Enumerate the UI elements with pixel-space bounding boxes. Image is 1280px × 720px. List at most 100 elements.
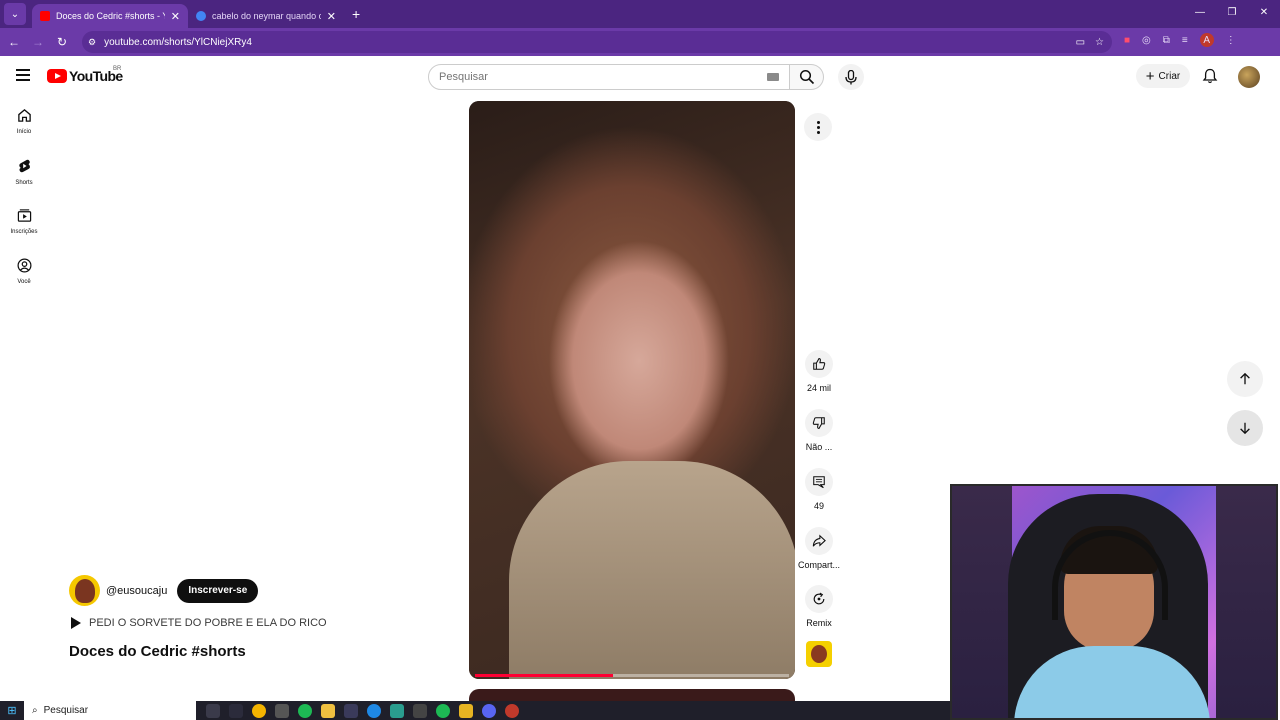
window-controls: — ❐ ✕ [1184,0,1280,28]
browser-tab-bar: ⌄ Doces do Cedric #shorts - YouTube ✕ ca… [0,0,1280,28]
more-options-button[interactable] [804,113,832,141]
site-info-icon[interactable]: ⚙ [88,37,96,48]
sidebar-item-label: Inscrições [10,229,38,235]
cast-icon[interactable]: ▭ [1076,37,1085,48]
share-icon [812,534,826,547]
thumbs-down-icon [812,417,825,429]
url-bar[interactable]: ⚙ youtube.com/shorts/YlCNiejXRy4 ▭ ☆ [82,31,1112,53]
play-icon [71,617,81,629]
video-progress-bar[interactable] [475,674,789,677]
forward-arrow-icon[interactable]: → [26,35,50,49]
tab-youtube-shorts[interactable]: Doces do Cedric #shorts - YouTube ✕ [32,4,188,28]
sidebar-item-label: Você [17,279,31,285]
background-shelf [952,486,1012,718]
channel-avatar[interactable] [69,575,100,606]
profile-avatar-icon[interactable]: A [1199,33,1214,47]
sidebar-item-inscricoes[interactable]: Inscrições [0,200,48,250]
subscribe-button[interactable]: Inscrever-se [177,578,259,603]
folder-icon[interactable] [321,703,335,718]
taskbar-apps [206,703,519,718]
remix-button[interactable]: Remix [798,585,840,628]
tab-title: cabelo do neymar quando chegou [212,11,321,21]
media-control-icon[interactable]: ≡ [1182,35,1188,46]
dislike-button[interactable]: Não ... [798,409,840,452]
restore-icon[interactable]: ❐ [1216,0,1248,28]
webcam-overlay [950,484,1278,720]
channel-handle[interactable]: @eusoucaju [106,585,167,597]
dislike-label: Não ... [805,442,833,452]
subscriptions-icon [17,209,31,222]
tab-google-search[interactable]: cabelo do neymar quando chegou ✕ [188,4,344,28]
sidebar-item-label: Shorts [15,180,33,186]
sidebar-item-inicio[interactable]: Início [0,100,48,150]
sidebar-item-voce[interactable]: Você [0,250,48,300]
search-icon: ⌕ [32,705,38,716]
browser-menu-icon[interactable]: ⋮ [1226,35,1236,46]
channel-thumbnail[interactable] [806,641,832,667]
channel-info: @eusoucaju Inscrever-se [69,575,259,606]
app-icon[interactable] [229,703,243,718]
spotify-icon[interactable] [436,703,450,718]
search-input[interactable] [439,71,739,83]
discord-icon[interactable] [482,703,496,718]
tab-title: Doces do Cedric #shorts - YouTube [56,11,165,21]
app-icon[interactable] [390,703,404,718]
remix-label: Remix [806,618,832,628]
voice-search-button[interactable] [838,64,864,90]
comments-button[interactable]: 49 [798,468,840,511]
like-button[interactable]: 24 mil [798,350,840,393]
edge-icon[interactable] [367,703,381,718]
chrome-icon[interactable] [252,703,266,718]
next-short-button[interactable] [1227,410,1263,446]
music-title: PEDI O SORVETE DO POBRE E ELA DO RICO [89,617,327,629]
windows-start-icon[interactable]: ⊞ [0,701,24,720]
windows-taskbar: ⊞ ⌕ Pesquisar [0,701,950,720]
close-tab-icon[interactable]: ✕ [327,10,336,23]
youtube-favicon-icon [40,11,50,21]
previous-short-button[interactable] [1227,361,1263,397]
task-view-icon[interactable] [206,703,220,718]
sidebar-item-label: Início [16,129,32,135]
music-row[interactable]: PEDI O SORVETE DO POBRE E ELA DO RICO [71,617,327,629]
plus-icon: + [1145,67,1155,85]
minimize-icon[interactable]: — [1184,0,1216,28]
chrome-icon[interactable] [505,703,519,718]
search-button[interactable] [790,64,824,90]
youtube-logo[interactable]: YouTube BR [47,66,123,84]
extension-icon[interactable]: ◎ [1142,35,1151,46]
share-button[interactable]: Compart... [798,527,840,570]
reload-icon[interactable]: ↻ [50,35,74,49]
search-field[interactable] [428,64,790,90]
back-arrow-icon[interactable]: ← [2,35,26,49]
app-icon[interactable] [413,703,427,718]
remix-icon [813,592,825,605]
sidebar-item-shorts[interactable]: Shorts [0,150,48,200]
app-icon[interactable] [275,703,289,718]
youtube-play-icon [47,69,67,83]
thumbs-up-icon [813,358,826,370]
keyboard-icon[interactable] [767,73,779,81]
arrow-down-icon [1240,422,1250,435]
close-window-icon[interactable]: ✕ [1248,0,1280,28]
menu-icon[interactable] [16,69,30,81]
like-count: 24 mil [806,383,831,393]
comment-count: 49 [813,501,824,511]
tab-search-button[interactable]: ⌄ [4,3,26,25]
create-label: Criar [1158,70,1181,82]
taskbar-search[interactable]: ⌕ Pesquisar [24,701,196,720]
microphone-icon [845,69,857,84]
notifications-bell-icon[interactable] [1202,68,1218,84]
arrow-up-icon [1240,372,1250,385]
app-icon[interactable] [459,703,473,718]
user-avatar[interactable] [1238,66,1260,88]
whatsapp-icon[interactable] [298,703,312,718]
shorts-video-player[interactable] [469,101,795,679]
extensions-puzzle-icon[interactable]: ⧉ [1163,35,1170,46]
close-tab-icon[interactable]: ✕ [171,10,180,23]
app-icon[interactable] [344,703,358,718]
extension-icon[interactable]: ■ [1124,35,1130,46]
new-tab-icon[interactable]: + [352,6,360,22]
bookmark-star-icon[interactable]: ☆ [1095,37,1104,48]
video-frame-clothing [509,461,795,679]
create-button[interactable]: + Criar [1136,64,1190,88]
